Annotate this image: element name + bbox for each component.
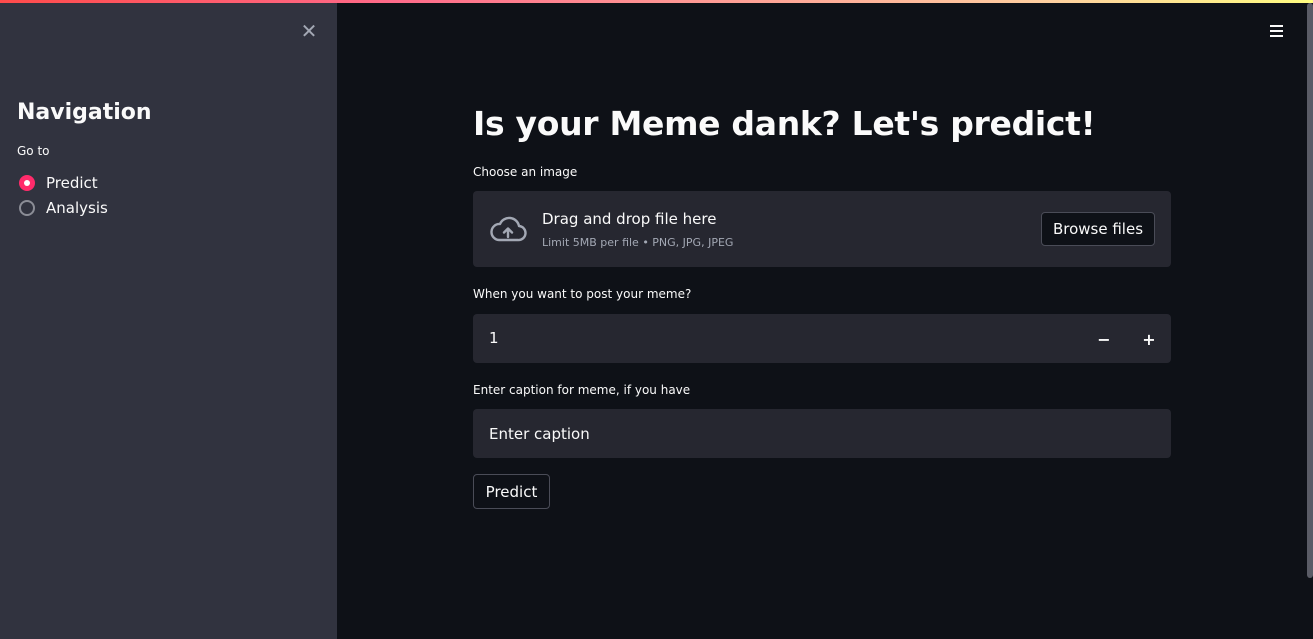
post-time-number-input[interactable]: 1 − + (473, 314, 1171, 363)
predict-button[interactable]: Predict (473, 474, 550, 509)
sidebar: ✕ Navigation Go to Predict Analysis (0, 0, 337, 639)
radio-unselected-icon (19, 200, 35, 216)
radio-label: Analysis (46, 199, 108, 217)
radio-label: Predict (46, 174, 98, 192)
hamburger-menu-icon[interactable] (1266, 20, 1288, 42)
dropzone-limit: Limit 5MB per file • PNG, JPG, JPEG (542, 236, 734, 249)
cloud-upload-icon (490, 216, 527, 242)
sidebar-title: Navigation (17, 100, 152, 125)
decrement-button[interactable]: − (1091, 326, 1117, 352)
scrollbar[interactable] (1307, 3, 1313, 578)
dropzone-instruction: Drag and drop file here (542, 210, 717, 228)
top-decoration-bar (0, 0, 1313, 3)
number-value[interactable]: 1 (489, 329, 499, 347)
close-icon[interactable]: ✕ (298, 20, 320, 42)
page-title: Is your Meme dank? Let's predict! (473, 104, 1096, 143)
caption-label: Enter caption for meme, if you have (473, 383, 691, 397)
post-time-label: When you want to post your meme? (473, 287, 692, 301)
radio-selected-icon (19, 175, 35, 191)
caption-input[interactable] (473, 409, 1171, 458)
increment-button[interactable]: + (1136, 326, 1162, 352)
radio-option-analysis[interactable]: Analysis (19, 198, 108, 218)
radio-option-predict[interactable]: Predict (19, 173, 98, 193)
radio-group-label: Go to (17, 144, 50, 158)
file-dropzone[interactable]: Drag and drop file here Limit 5MB per fi… (473, 191, 1171, 267)
uploader-label: Choose an image (473, 165, 578, 179)
browse-files-button[interactable]: Browse files (1041, 212, 1155, 246)
